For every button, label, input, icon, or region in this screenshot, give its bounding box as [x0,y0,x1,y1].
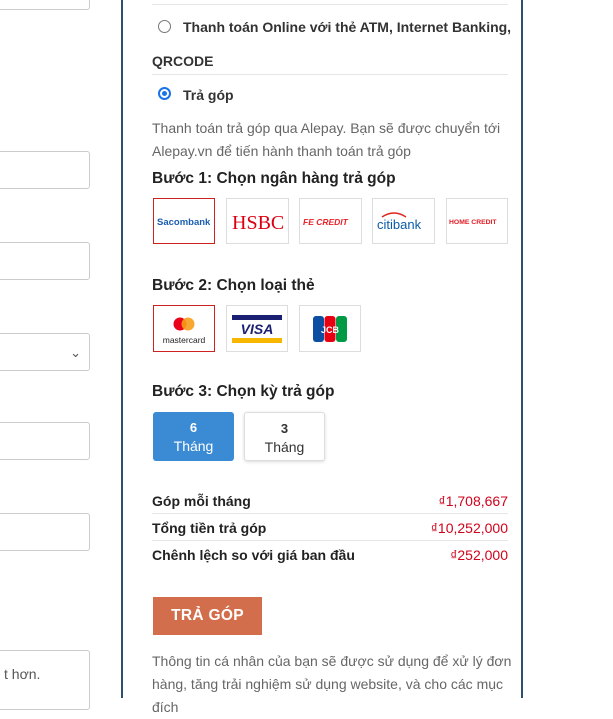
term-6-months[interactable]: 6 Tháng [153,412,234,461]
svg-text:mastercard: mastercard [163,335,206,345]
svg-text:citibank: citibank [377,217,422,232]
online-option-label-cont: QRCODE [152,53,214,69]
left-input-2[interactable] [0,151,90,189]
radio-online[interactable] [158,20,171,33]
bank-homecredit[interactable]: HOME CREDIT [446,198,508,244]
step2-title: Bước 2: Chọn loại thẻ [152,277,315,294]
citibank-logo: citibank [377,212,422,232]
svg-text:HOME CREDIT: HOME CREDIT [449,219,497,226]
total-value: ₫10,252,000 [430,520,508,536]
installment-option-label[interactable]: Trả góp [183,87,234,103]
diff-value: ₫252,000 [450,547,508,563]
svg-text:Sacombank: Sacombank [157,217,211,228]
homecredit-logo: HOME CREDIT [449,219,497,226]
jcb-logo: JCB [313,315,347,342]
divider [152,4,508,5]
hsbc-logo: HSBC [232,212,284,234]
summary-diff: Chênh lệch so với giá ban đầu ₫252,000 [152,541,508,568]
term-3-months[interactable]: 3 Tháng [244,412,325,461]
bank-hsbc[interactable]: HSBC [226,198,289,244]
monthly-value: ₫1,708,667 [438,493,508,509]
left-select[interactable]: ⌄ [0,333,90,371]
left-input-4[interactable] [0,422,90,460]
step3-title: Bước 3: Chọn kỳ trả góp [152,383,335,400]
total-label: Tổng tiền trả góp [152,520,267,536]
card-jcb[interactable]: JCB [299,305,361,352]
summary-total: Tổng tiền trả góp ₫10,252,000 [152,514,508,541]
svg-text:FE CREDIT: FE CREDIT [303,217,349,227]
chevron-down-icon: ⌄ [70,345,81,360]
installment-description: Thanh toán trả góp qua Alepay. Bạn sẽ đư… [152,120,501,159]
card-visa[interactable]: VISA [226,305,288,352]
visa-logo: VISA [232,314,282,343]
sacombank-logo: Sacombank [157,217,211,228]
monthly-label: Góp mỗi tháng [152,493,251,509]
fecredit-logo: FE CREDIT [303,217,349,227]
installment-submit-button[interactable]: TRẢ GÓP [153,597,262,635]
left-cut-text: t hơn. [4,666,41,682]
summary-monthly: Góp mỗi tháng ₫1,708,667 [152,487,508,514]
card-mastercard[interactable]: mastercard [153,305,215,352]
left-input-5[interactable] [0,513,90,551]
left-input-3[interactable] [0,242,90,280]
left-input-1[interactable] [0,0,90,10]
step1-title: Bước 1: Chọn ngân hàng trả góp [152,170,396,187]
svg-text:HSBC: HSBC [232,212,284,234]
radio-installment[interactable] [158,87,171,100]
online-option-label[interactable]: Thanh toán Online với thẻ ATM, Internet … [183,19,511,35]
divider [152,74,508,75]
bank-fecredit[interactable]: FE CREDIT [299,198,362,244]
svg-text:JCB: JCB [321,325,340,335]
svg-text:VISA: VISA [241,321,274,337]
diff-label: Chênh lệch so với giá ban đầu [152,547,355,563]
privacy-note: Thông tin cá nhân của bạn sẽ được sử dụn… [152,653,512,715]
bank-citibank[interactable]: citibank [372,198,435,244]
bank-sacombank[interactable]: Sacombank [153,198,215,244]
mastercard-logo: mastercard [163,317,206,345]
